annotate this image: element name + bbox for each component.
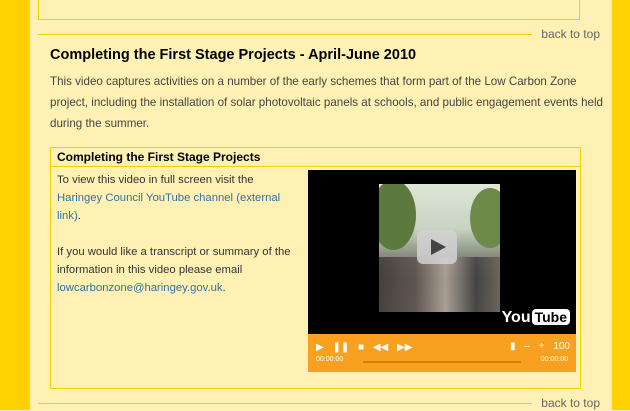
section-description: This video captures activities on a numb… — [50, 75, 603, 130]
pause-icon[interactable]: ❚❚ — [332, 342, 349, 353]
play-overlay-icon — [431, 239, 446, 255]
intro-paragraph: To view this video in full screen visit … — [57, 171, 297, 225]
youtube-channel-link[interactable]: Haringey Council YouTube channel (extern… — [57, 192, 280, 222]
email-link[interactable]: lowcarbonzone@haringey.gov.uk — [57, 282, 223, 294]
transcript-paragraph: If you would like a transcript or summar… — [57, 243, 297, 297]
youtube-logo-tube: Tube — [531, 309, 570, 325]
seek-bar[interactable] — [363, 361, 521, 363]
thumbnail-crowd — [379, 257, 500, 312]
back-to-top-row: back to top — [38, 26, 608, 42]
time-current: 00:00:00 — [316, 356, 344, 363]
volume-down-icon[interactable]: – — [524, 341, 530, 352]
video-player[interactable]: YouTube ▶ ❚❚ ■ ◀◀ ▶▶ ▮ – + 100 00:00:00 — [308, 170, 576, 372]
youtube-logo[interactable]: You Tube — [502, 309, 570, 327]
video-box-header: Completing the First Stage Projects — [51, 148, 580, 167]
intro-text: To view this video in full screen visit … — [57, 174, 254, 186]
right-stripe — [612, 0, 630, 410]
video-box: Completing the First Stage Projects To v… — [50, 147, 581, 389]
section-title: Completing the First Stage Projects - Ap… — [50, 47, 417, 63]
volume-up-icon[interactable]: + — [539, 341, 545, 352]
divider-bottom — [38, 403, 532, 404]
fast-forward-icon[interactable]: ▶▶ — [397, 342, 412, 353]
youtube-logo-you: You — [501, 309, 531, 326]
back-to-top-link-bottom[interactable]: back to top — [541, 395, 600, 411]
stop-icon[interactable]: ■ — [358, 342, 364, 353]
back-to-top-link[interactable]: back to top — [541, 26, 600, 42]
video-thumbnail[interactable] — [379, 184, 500, 312]
video-info-text: To view this video in full screen visit … — [57, 171, 297, 315]
thumbnail-tree-left — [379, 184, 416, 250]
play-icon[interactable]: ▶ — [316, 342, 324, 353]
volume-level: 100 — [553, 341, 570, 352]
player-controls: ▶ ❚❚ ■ ◀◀ ▶▶ ▮ – + 100 00:00:00 00:00:00 — [308, 334, 576, 372]
volume-controls: ▮ – + 100 — [504, 341, 570, 352]
divider — [38, 34, 532, 35]
playback-controls: ▶ ❚❚ ■ ◀◀ ▶▶ — [316, 342, 418, 353]
mute-icon[interactable]: ▮ — [510, 341, 516, 352]
transcript-text: If you would like a transcript or summar… — [57, 246, 291, 276]
previous-video-box — [38, 0, 580, 20]
play-overlay-button[interactable] — [417, 230, 457, 264]
left-stripe — [0, 0, 30, 410]
back-to-top-row-bottom: back to top — [38, 395, 608, 411]
thumbnail-tree-right — [470, 188, 500, 248]
rewind-icon[interactable]: ◀◀ — [373, 342, 388, 353]
main-content: back to top Completing the First Stage P… — [38, 0, 608, 410]
transcript-end: . — [222, 282, 226, 294]
time-total: 00:00:00 — [540, 356, 568, 363]
intro-end: . — [77, 210, 81, 222]
seek-row: 00:00:00 00:00:00 — [316, 356, 568, 368]
